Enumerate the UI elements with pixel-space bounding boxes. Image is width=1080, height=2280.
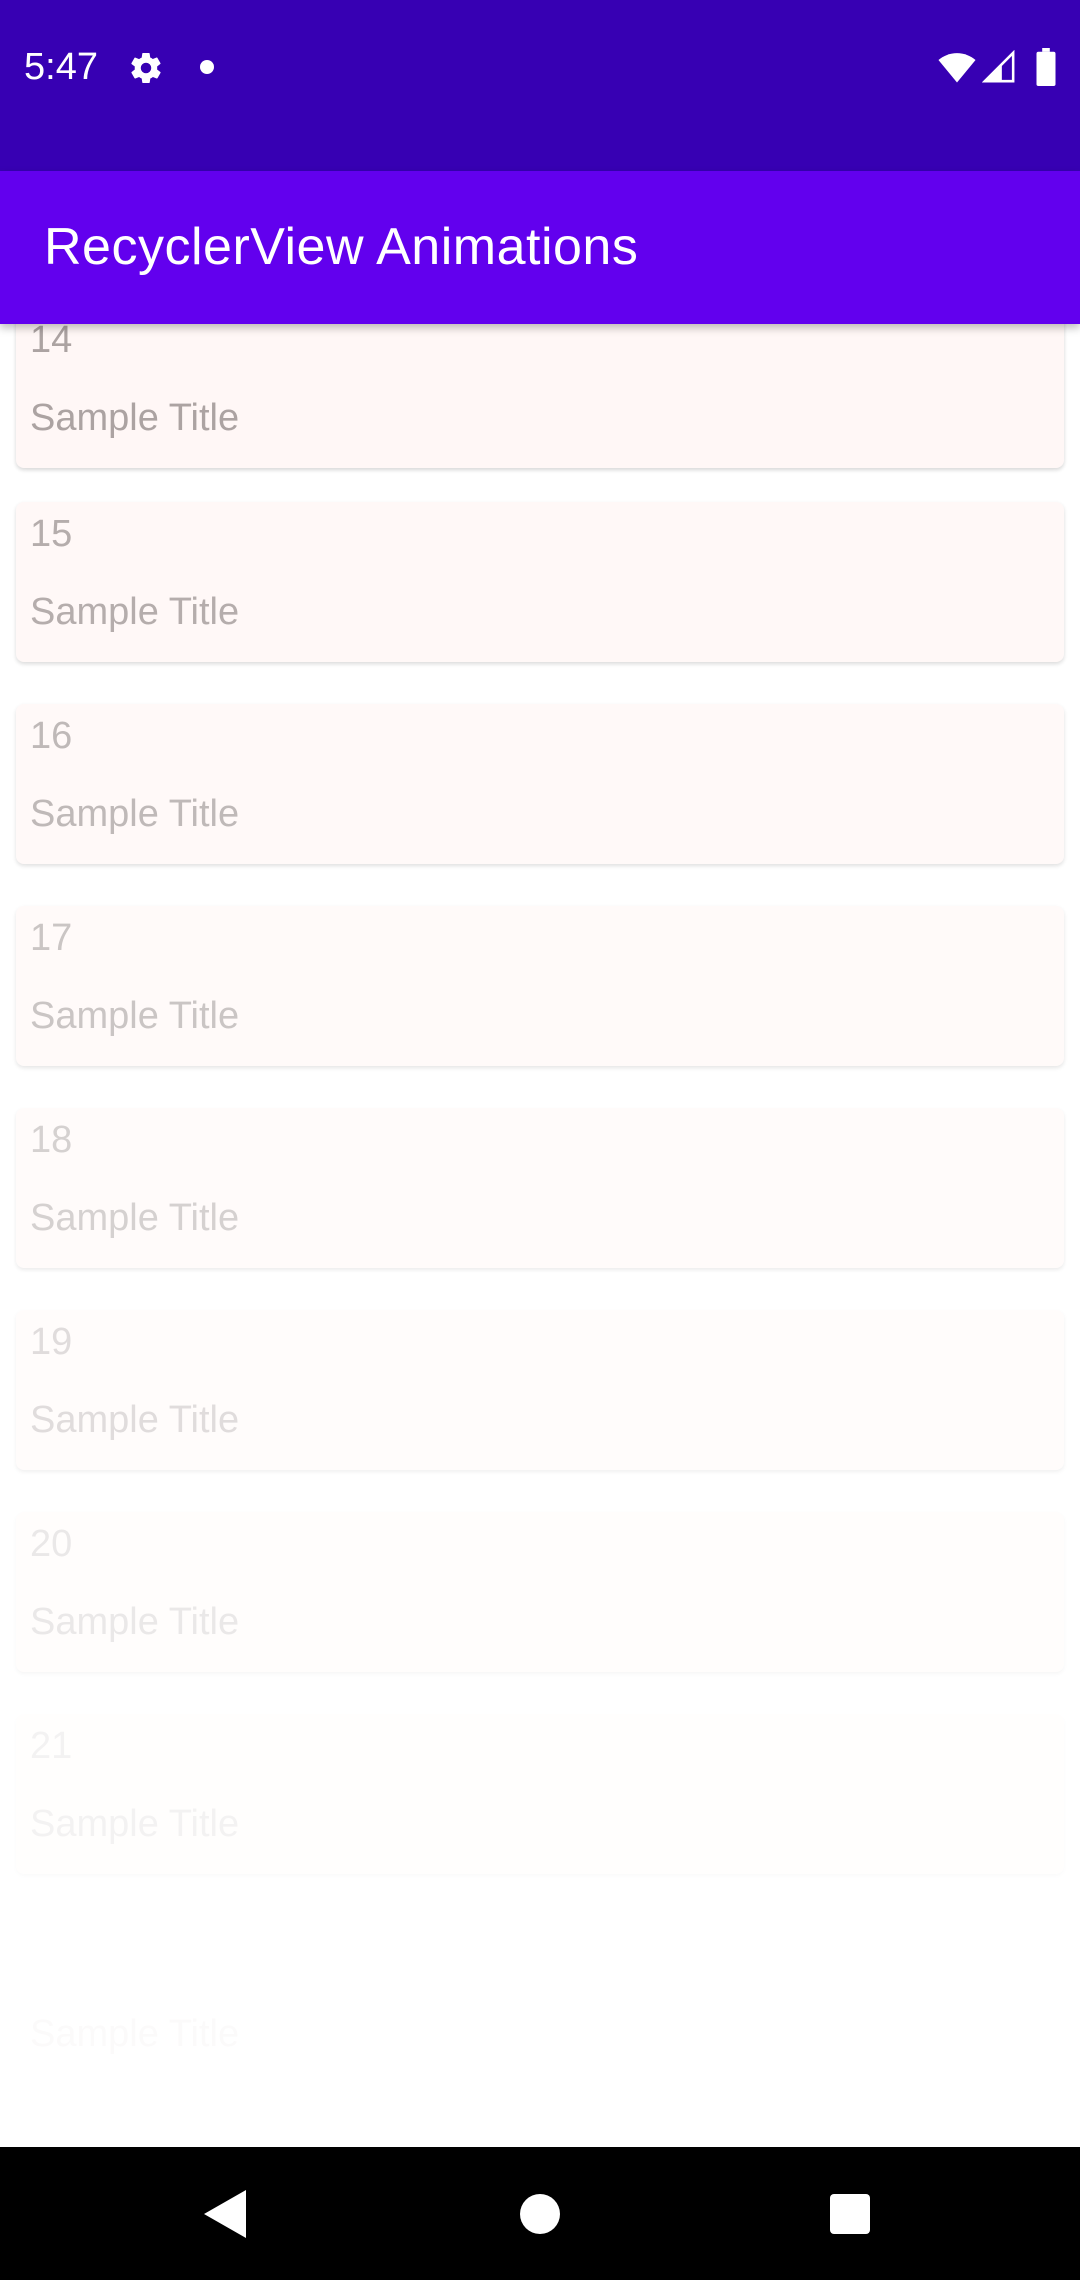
list-item[interactable]: 14 Sample Title	[16, 324, 1064, 468]
item-title: Sample Title	[30, 397, 240, 439]
item-number: 14	[30, 324, 73, 361]
list-item[interactable]: 18 Sample Title	[16, 1108, 1064, 1268]
item-number: 15	[30, 513, 73, 555]
back-icon[interactable]	[204, 2190, 246, 2238]
status-bar: 5:47	[0, 0, 1080, 171]
battery-icon	[1036, 48, 1056, 86]
item-number: 21	[30, 1725, 73, 1767]
navigation-bar	[0, 2147, 1080, 2280]
notification-dot-icon	[200, 60, 214, 74]
item-title: Sample Title	[30, 591, 240, 633]
item-title: Sample Title	[30, 995, 240, 1037]
status-time: 5:47	[24, 46, 98, 88]
item-title: Sample Title	[30, 1399, 240, 1441]
list-item[interactable]: 15 Sample Title	[16, 502, 1064, 662]
home-icon[interactable]	[520, 2194, 560, 2234]
item-number: 19	[30, 1321, 73, 1363]
item-number: 16	[30, 715, 73, 757]
item-title: Sample Title	[30, 793, 240, 835]
list-item[interactable]: 17 Sample Title	[16, 906, 1064, 1066]
item-number: 18	[30, 1119, 73, 1161]
item-title: Sample Title	[30, 1601, 240, 1643]
item-number: 17	[30, 917, 73, 959]
app-title: RecyclerView Animations	[44, 218, 639, 276]
recents-icon[interactable]	[830, 2194, 870, 2234]
cell-signal-icon	[982, 50, 1015, 83]
list-item[interactable]: 21 Sample Title	[16, 1714, 1064, 1874]
item-title: Sample Title	[30, 1197, 240, 1239]
app-bar: RecyclerView Animations	[0, 171, 1080, 324]
list-item[interactable]: 16 Sample Title	[16, 704, 1064, 864]
gear-icon	[131, 52, 161, 84]
item-number: 20	[30, 1523, 73, 1565]
screen: 5:47 RecyclerView Animations 14 Sample T…	[0, 0, 1080, 2280]
list-item[interactable]: 20 Sample Title	[16, 1512, 1064, 1672]
recycler-list[interactable]: 14 Sample Title 15 Sample Title 16 Sampl…	[0, 324, 1080, 2144]
item-title: Sample Title	[30, 1803, 240, 1845]
list-item[interactable]: 19 Sample Title	[16, 1310, 1064, 1470]
wifi-icon	[938, 53, 976, 83]
